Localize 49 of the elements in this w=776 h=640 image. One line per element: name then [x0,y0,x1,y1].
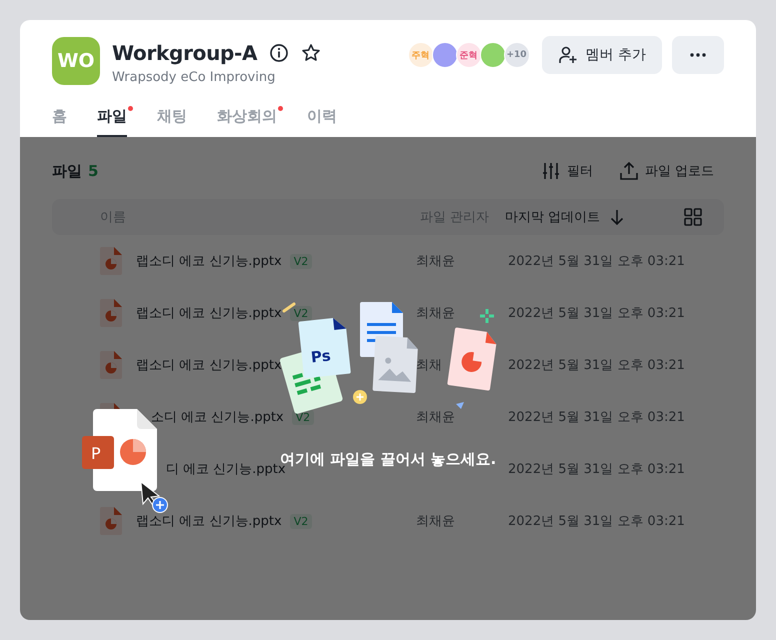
version-badge: V2 [290,254,312,268]
more-members-count: +10 [504,42,530,68]
drop-overlay[interactable] [20,137,756,620]
tab[interactable]: 이력 [307,107,337,137]
add-member-button[interactable]: 멤버 추가 [542,36,662,74]
more-icon [690,53,706,57]
file-name[interactable]: 랩소디 에코 신기능.pptx [136,512,282,530]
last-updated: 2022년 5월 31일 오후 03:21 [508,513,686,530]
file-name[interactable]: 랩소디 에코 신기능.pptx [136,304,282,322]
slide-file-icon [100,299,122,327]
grid-view-icon[interactable] [684,208,702,226]
workgroup-logo: WO [52,37,100,85]
last-updated: 2022년 5월 31일 오후 03:21 [508,409,686,426]
file-name[interactable]: 소디 에코 신기능.pptx [150,408,284,426]
tab[interactable]: 파일 [97,107,127,137]
file-manager: 최채윤 [416,305,456,322]
file-manager: 최채 [416,357,443,374]
slide-file-icon [100,351,122,379]
info-icon[interactable] [269,43,290,63]
upload-button[interactable]: 파일 업로드 [618,161,714,181]
file-name[interactable]: 랩소디 에코 신기능.pptx [136,252,282,270]
tab[interactable]: 홈 [52,107,67,137]
star-icon[interactable] [301,43,322,63]
tab[interactable]: 채팅 [157,107,187,137]
last-updated: 2022년 5월 31일 오후 03:21 [508,357,686,374]
file-manager: 최채윤 [416,253,456,270]
last-updated: 2022년 5월 31일 오후 03:21 [508,461,686,478]
last-updated: 2022년 5월 31일 오후 03:21 [508,253,686,270]
files-title: 파일 [52,162,82,180]
slide-file-icon [100,247,122,275]
member-avatar: 주혁 [408,42,434,68]
version-badge: V2 [290,514,312,528]
add-person-icon [558,45,578,65]
last-updated: 2022년 5월 31일 오후 03:21 [508,305,686,322]
filter-sliders-icon [540,161,561,181]
filter-button[interactable]: 필터 [540,161,593,181]
file-count: 5 [88,162,98,180]
slide-file-icon [100,507,122,535]
workgroup-title: Workgroup-A [112,41,258,65]
sort-down-arrow-icon[interactable] [610,209,624,225]
version-badge: V2 [290,306,312,320]
column-header[interactable]: 마지막 업데이트 [505,208,600,226]
file-name[interactable]: 랩소디 에코 신기능.pptx [136,356,282,374]
workgroup-subtitle: Wrapsody eCo Improving [112,70,276,85]
file-manager: 최채윤 [416,513,456,530]
file-manager: 최채윤 [416,409,456,426]
member-avatar: 준혁 [456,42,482,68]
upload-icon [618,161,639,181]
tab[interactable]: 화상회의 [217,107,277,137]
